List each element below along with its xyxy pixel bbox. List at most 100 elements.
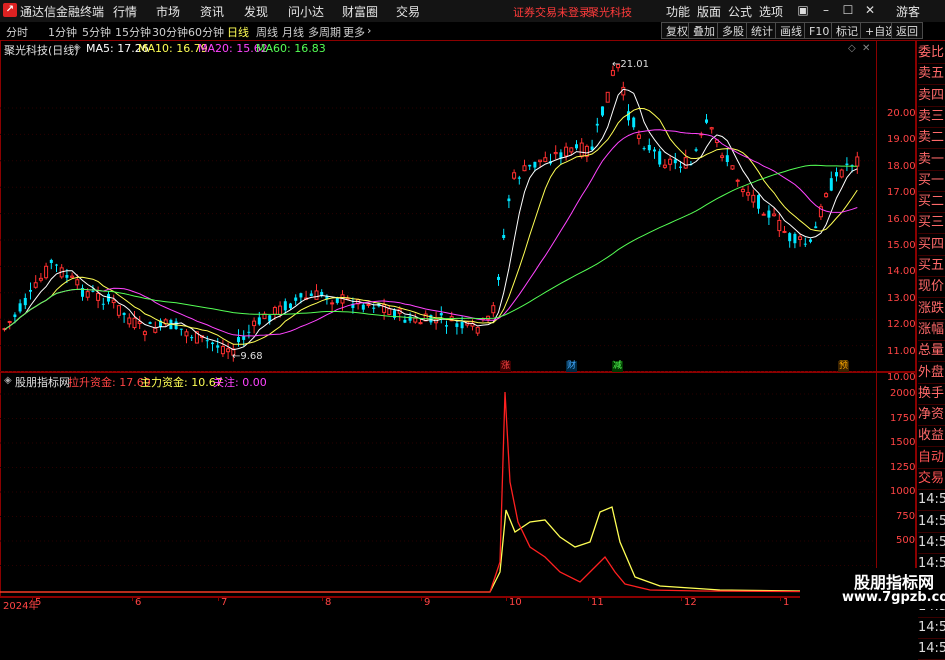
side-panel-item[interactable]: 买五	[918, 255, 945, 277]
side-panel-item[interactable]: 交易	[918, 468, 945, 490]
candle-body	[497, 276, 500, 280]
side-panel-item[interactable]: 14:56	[918, 511, 945, 533]
menu-wenxiaoda[interactable]: 问小达	[288, 3, 324, 20]
btn-huaxian[interactable]: 画线	[775, 22, 807, 39]
menu-jiaoyi[interactable]: 交易	[396, 3, 420, 20]
candle-body	[782, 230, 787, 233]
candle-body	[127, 317, 132, 325]
btn-f10[interactable]: F10	[804, 22, 835, 39]
period-30min[interactable]: 30分钟	[152, 24, 188, 40]
period-more[interactable]: 更多	[343, 24, 365, 40]
period-15min[interactable]: 15分钟	[115, 24, 151, 40]
candle-body	[653, 149, 656, 152]
side-panel-item[interactable]: 涨跌	[918, 298, 945, 320]
period-month[interactable]: 月线	[282, 24, 304, 40]
btn-biaoji[interactable]: 标记	[831, 22, 863, 39]
side-panel-item[interactable]: 14:56	[918, 638, 945, 660]
candle-body	[361, 304, 365, 310]
x-axis-label: 7	[221, 597, 228, 608]
menu-zixun[interactable]: 资讯	[200, 3, 224, 20]
indicator-svg	[0, 391, 876, 593]
menu-caifuquan[interactable]: 财富圈	[342, 3, 378, 20]
side-panel-item[interactable]: 换手	[918, 383, 945, 405]
candle-body	[627, 111, 630, 121]
btn-back[interactable]: 返回	[891, 22, 923, 39]
candle-body	[605, 91, 610, 103]
side-panel-item[interactable]: 委比	[918, 42, 945, 64]
side-panel-item[interactable]: 收益	[918, 425, 945, 448]
btn-diejia[interactable]: 叠加	[688, 22, 720, 39]
candle-body	[55, 264, 58, 266]
side-panel-item[interactable]: 卖五	[918, 63, 945, 86]
side-panel-item[interactable]: 买二	[918, 191, 945, 214]
current-stock-link[interactable]: 聚光科技	[588, 4, 632, 20]
period-60min[interactable]: 60分钟	[188, 24, 224, 40]
close-icon[interactable]: ✕	[862, 2, 878, 18]
minimize-icon[interactable]: –	[818, 2, 834, 18]
side-panel-item[interactable]: 买四	[918, 234, 945, 256]
candle-body	[803, 243, 807, 245]
chevron-right-icon[interactable]: ›	[367, 24, 371, 37]
side-panel-item[interactable]: 卖三	[918, 106, 945, 128]
event-mark-jian[interactable]: 减	[612, 361, 623, 372]
side-panel-item[interactable]: 14:56	[918, 532, 945, 554]
side-panel-item[interactable]: 总量	[918, 340, 945, 363]
menu-gongneng[interactable]: 功能	[666, 3, 690, 20]
side-panel-item[interactable]: 净资	[918, 404, 945, 427]
event-mark-yu[interactable]: 预	[838, 361, 849, 372]
candle-body	[694, 149, 698, 151]
menu-hangqing[interactable]: 行情	[113, 3, 137, 20]
candle-body	[632, 117, 636, 128]
x-axis-label: 10	[509, 597, 522, 608]
price-y-tick: 17.00	[887, 187, 916, 199]
candle-body	[777, 219, 782, 232]
candle-body	[272, 307, 277, 315]
indicator-y-tick: 1750	[890, 412, 916, 424]
period-day[interactable]: 日线	[227, 24, 249, 40]
x-axis-label: 5	[35, 597, 42, 608]
candle-body	[595, 123, 599, 126]
candle-body	[647, 144, 651, 151]
indicator-line	[0, 506, 876, 593]
btn-tongji[interactable]: 统计	[746, 22, 778, 39]
btn-duogu[interactable]: 多股	[717, 22, 749, 39]
side-panel-item[interactable]: 买一	[918, 170, 945, 192]
x-axis-label: 1	[783, 597, 790, 608]
side-panel-item[interactable]: 现价	[918, 276, 945, 299]
candle-body	[835, 172, 838, 177]
candle-body	[845, 163, 849, 165]
side-panel-item[interactable]: 14:56	[918, 489, 945, 512]
side-panel-item[interactable]: 卖二	[918, 127, 945, 150]
candle-body	[387, 308, 392, 316]
period-fenshi[interactable]: 分时	[6, 24, 28, 40]
user-label[interactable]: 游客	[896, 3, 920, 20]
side-panel-item[interactable]: 外盘	[918, 362, 945, 384]
side-panel-item[interactable]: 买三	[918, 212, 945, 235]
candle-body	[116, 305, 121, 316]
menu-xuanxiang[interactable]: 选项	[759, 3, 783, 20]
side-panel-item[interactable]: 14:56	[918, 617, 945, 640]
menu-banmian[interactable]: 版面	[697, 3, 721, 20]
event-mark-cai[interactable]: 财	[566, 361, 577, 372]
menu-shichang[interactable]: 市场	[156, 3, 180, 20]
candle-body	[455, 323, 459, 327]
event-mark-zhang[interactable]: 涨	[500, 361, 511, 372]
side-panel-item[interactable]: 卖一	[918, 149, 945, 171]
side-panel-item[interactable]: 涨幅	[918, 319, 945, 341]
period-multi[interactable]: 多周期	[308, 24, 341, 40]
menu-faxian[interactable]: 发现	[244, 3, 268, 20]
candle-body	[553, 151, 558, 155]
app-logo-icon: ↗	[3, 3, 17, 17]
maximize-icon[interactable]: ☐	[840, 2, 856, 18]
menu-gongshi[interactable]: 公式	[728, 3, 752, 20]
period-5min[interactable]: 5分钟	[82, 24, 111, 40]
x-axis-label: 2024年	[3, 601, 39, 612]
lock-icon[interactable]: ▣	[795, 2, 811, 18]
indicator-y-tick: 750	[896, 510, 916, 522]
period-1min[interactable]: 1分钟	[48, 24, 77, 40]
side-panel-item[interactable]: 自动	[918, 447, 945, 469]
candle-body	[735, 179, 740, 182]
trade-login-status[interactable]: 证券交易未登录	[513, 4, 590, 20]
period-week[interactable]: 周线	[256, 24, 278, 40]
side-panel-item[interactable]: 卖四	[918, 85, 945, 107]
